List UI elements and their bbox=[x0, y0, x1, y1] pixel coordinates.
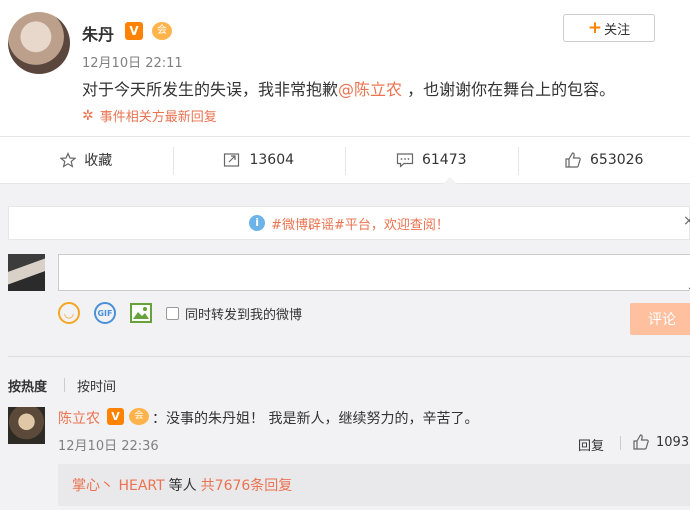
star-icon bbox=[60, 152, 77, 168]
reply-button[interactable]: 回复 bbox=[578, 435, 604, 454]
like-button[interactable]: 653026 bbox=[517, 137, 690, 183]
comment-input[interactable] bbox=[58, 254, 690, 291]
verified-badge-icon: V bbox=[125, 22, 143, 40]
sub-reply-count[interactable]: 共7676条回复 bbox=[201, 475, 293, 495]
mention-link[interactable]: @陈立农 bbox=[338, 80, 402, 99]
comment-button[interactable]: 61473 bbox=[345, 137, 518, 183]
emoji-icon[interactable]: ◡ bbox=[58, 302, 80, 324]
info-icon: i bbox=[249, 215, 266, 231]
active-tab-caret bbox=[443, 177, 457, 184]
favorite-button[interactable]: 收藏 bbox=[0, 137, 173, 183]
follow-label: 关注 bbox=[604, 22, 631, 38]
sub-replies-link[interactable]: 掌心丶 HEART 等人 共7676条回复 bbox=[58, 464, 690, 506]
close-icon[interactable]: × bbox=[683, 213, 690, 229]
commenter-name[interactable]: 陈立农 bbox=[58, 408, 100, 428]
forward-checkbox[interactable] bbox=[166, 306, 179, 320]
notice-text: #微博辟谣#平台，欢迎查阅！ bbox=[271, 217, 449, 233]
plus-icon: + bbox=[587, 18, 603, 38]
rumor-notice-banner[interactable]: i #微博辟谣#平台，欢迎查阅！ bbox=[8, 206, 690, 240]
author-name[interactable]: 朱丹 bbox=[82, 21, 114, 45]
divider bbox=[8, 356, 690, 357]
post-timestamp[interactable]: 12月10日 22:11 bbox=[82, 52, 183, 71]
comment-like-count: 1093 bbox=[656, 434, 690, 450]
sort-divider bbox=[64, 378, 65, 392]
submit-comment-button[interactable]: 评论 bbox=[630, 303, 690, 335]
favorite-label: 收藏 bbox=[84, 153, 113, 169]
verified-badge-icon: V bbox=[107, 408, 124, 425]
author-avatar[interactable] bbox=[8, 12, 70, 74]
event-link[interactable]: ✲ 事件相关方最新回复 bbox=[82, 106, 217, 126]
sub-reply-users[interactable]: 掌心丶 HEART bbox=[72, 475, 165, 495]
comment-timestamp: 12月10日 22:36 bbox=[58, 439, 159, 454]
forward-label[interactable]: 同时转发到我的微博 bbox=[185, 304, 302, 323]
repost-button[interactable]: 13604 bbox=[172, 137, 346, 183]
sort-by-time-tab[interactable]: 按时间 bbox=[77, 376, 116, 395]
action-bar: 收藏 13604 61473 653026 bbox=[0, 136, 690, 184]
comment-text: ：没事的朱丹姐！ 我是新人，继续努力的，辛苦了。 bbox=[152, 411, 479, 427]
sort-by-hot-tab[interactable]: 按热度 bbox=[8, 376, 47, 395]
commenter-avatar[interactable] bbox=[8, 407, 45, 444]
flower-icon: ✲ bbox=[82, 107, 94, 124]
reply-divider bbox=[620, 436, 621, 450]
comment-icon bbox=[396, 153, 414, 168]
comment-like-button[interactable]: 1093 bbox=[632, 433, 689, 451]
thumbs-up-icon bbox=[565, 152, 581, 168]
thumbs-up-icon bbox=[633, 434, 649, 450]
sub-reply-mid: 等人 bbox=[168, 478, 197, 494]
member-badge-icon: 会 bbox=[152, 22, 172, 40]
image-icon[interactable] bbox=[130, 302, 152, 324]
post-text-after: ，也谢谢你在舞台上的包容。 bbox=[402, 80, 616, 99]
gif-icon[interactable]: GIF bbox=[94, 302, 116, 324]
current-user-avatar[interactable] bbox=[8, 254, 45, 291]
like-count: 653026 bbox=[590, 152, 644, 168]
post-text: 对于今天所发生的失误，我非常抱歉@陈立农 ，也谢谢你在舞台上的包容。 bbox=[82, 76, 615, 100]
repost-icon bbox=[224, 153, 240, 167]
post-text-before: 对于今天所发生的失误，我非常抱歉 bbox=[82, 80, 339, 99]
follow-button[interactable]: + 关注 bbox=[563, 14, 655, 42]
composer-toolbar: ◡ GIF 同时转发到我的微博 bbox=[58, 302, 302, 324]
event-link-label: 事件相关方最新回复 bbox=[99, 110, 217, 125]
comment-count: 61473 bbox=[421, 152, 467, 168]
member-badge-icon: 会 bbox=[129, 408, 149, 425]
repost-count: 13604 bbox=[249, 152, 295, 168]
